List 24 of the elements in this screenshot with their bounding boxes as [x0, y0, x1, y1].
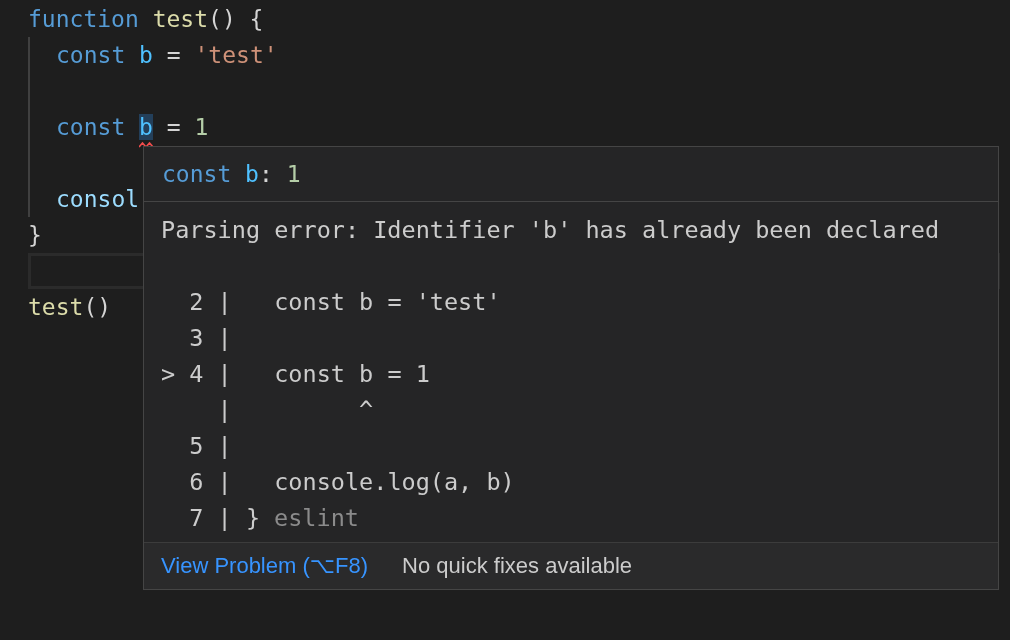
code-line: function test() { [28, 5, 264, 34]
code-line: const b = 1 [28, 109, 209, 145]
code-line: test() [28, 293, 112, 322]
error-source: eslint [274, 504, 359, 532]
error-message: Parsing error: Identifier 'b' has already been declared [161, 216, 940, 244]
frame-code: const b = 'test' [273, 288, 501, 316]
frame-gutter: 5 | [188, 432, 232, 460]
code-line: } [28, 221, 42, 250]
view-problem-link[interactable]: View Problem (⌥F8) [161, 553, 369, 579]
frame-gutter: 6 | [188, 468, 232, 496]
quick-fix-status: No quick fixes available [402, 553, 632, 579]
hover-signature: const b: 1 [162, 161, 301, 187]
frame-code: ^ [358, 396, 374, 424]
code-line: const b = 'test' [55, 41, 278, 70]
frame-gutter: > 4 | [161, 360, 232, 388]
frame-gutter: 3 | [188, 324, 232, 352]
frame-code: } [244, 504, 261, 532]
frame-gutter: 7 | [188, 504, 232, 532]
frame-code: console.log(a, b) [273, 468, 515, 496]
error-squiggle-icon [139, 141, 154, 149]
frame-gutter: | [216, 396, 232, 424]
frame-gutter: 2 | [188, 288, 232, 316]
frame-code: const b = 1 [273, 360, 430, 388]
code-line: consol [55, 185, 140, 214]
